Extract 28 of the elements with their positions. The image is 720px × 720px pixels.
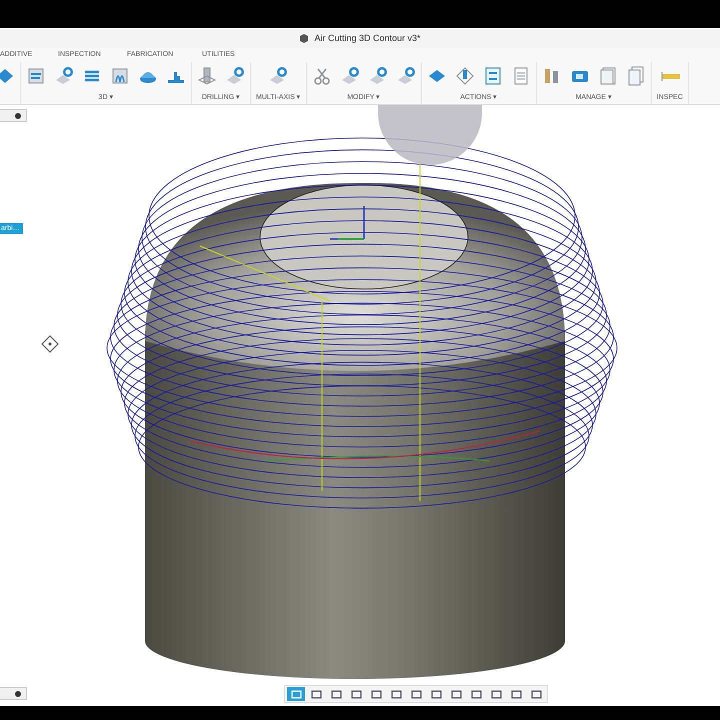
view-icon bbox=[310, 688, 322, 700]
solid-icon[interactable] bbox=[0, 66, 15, 86]
view-icon bbox=[350, 688, 362, 700]
contour-icon[interactable] bbox=[110, 66, 130, 86]
nav-tool-button[interactable] bbox=[287, 687, 305, 701]
view-icon bbox=[430, 688, 442, 700]
scissors-icon[interactable] bbox=[312, 66, 332, 86]
window-title: Air Cutting 3D Contour v3* bbox=[314, 33, 421, 43]
view-icon bbox=[330, 688, 342, 700]
view-icon bbox=[450, 688, 462, 700]
docs-icon[interactable] bbox=[626, 66, 646, 86]
cube-icon bbox=[299, 33, 310, 43]
view-icon bbox=[490, 688, 502, 700]
move-icon[interactable] bbox=[40, 334, 60, 354]
view-icon bbox=[370, 688, 382, 700]
view-icon bbox=[390, 688, 402, 700]
doc-icon[interactable] bbox=[598, 66, 618, 86]
visibility-icon[interactable] bbox=[15, 690, 21, 696]
view-icon bbox=[290, 688, 302, 700]
drill-icon[interactable] bbox=[197, 66, 217, 86]
axis-triad-icon bbox=[329, 205, 365, 240]
visibility-icon[interactable] bbox=[15, 112, 21, 118]
view-icon bbox=[410, 688, 422, 700]
view-icon bbox=[510, 688, 522, 700]
tool-icon[interactable] bbox=[454, 66, 475, 86]
view-icon bbox=[470, 688, 482, 700]
face-icon[interactable] bbox=[26, 66, 46, 86]
view-icon bbox=[530, 688, 542, 700]
